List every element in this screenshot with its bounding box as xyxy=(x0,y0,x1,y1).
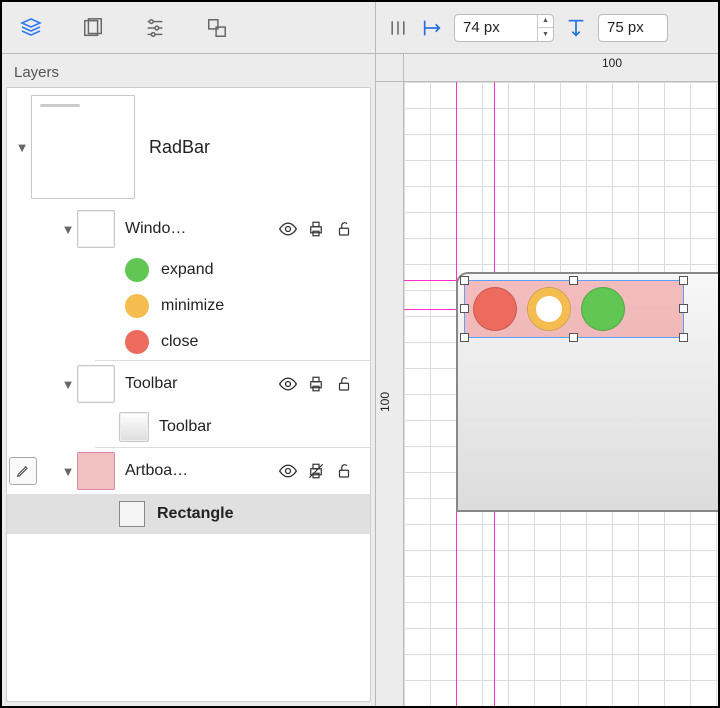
lock-open-icon[interactable] xyxy=(334,219,354,239)
layer-label: close xyxy=(161,333,362,351)
canvas-area: ▲▼ 100 100 xyxy=(376,2,718,706)
layer-thumbnail xyxy=(119,501,145,527)
inspector-toolbar: ▲▼ xyxy=(376,2,718,54)
components-tab-icon[interactable] xyxy=(202,13,232,43)
lock-open-icon[interactable] xyxy=(334,374,354,394)
layer-label: Toolbar xyxy=(125,375,278,393)
left-sidebar: Layers ▼ RadBar ▼ Windo… xyxy=(2,2,376,706)
disclosure-arrow-icon[interactable]: ▼ xyxy=(61,222,75,236)
resize-handle[interactable] xyxy=(679,333,688,342)
resize-handle[interactable] xyxy=(460,276,469,285)
canvas-wrap: 100 100 xyxy=(376,54,718,706)
ruler-corner xyxy=(376,54,404,82)
selection-bounds[interactable] xyxy=(464,280,684,338)
sidebar-tabstrip xyxy=(2,2,375,54)
layer-label: Artboa… xyxy=(125,462,278,480)
traffic-light-green-icon xyxy=(125,258,149,282)
layer-thumbnail xyxy=(119,412,149,442)
layer-row-minimize[interactable]: minimize xyxy=(7,288,370,324)
layer-row-toolbar-item[interactable]: Toolbar xyxy=(7,407,370,447)
traffic-light-yellow-icon xyxy=(125,294,149,318)
step-down-icon[interactable]: ▼ xyxy=(538,28,553,42)
visibility-icon[interactable] xyxy=(278,374,298,394)
expand-button-shape[interactable] xyxy=(581,287,625,331)
ruler-label: 100 xyxy=(378,392,392,412)
close-button-shape[interactable] xyxy=(473,287,517,331)
layer-tree: ▼ RadBar ▼ Windo… expand xyxy=(6,87,371,702)
panel-title: Layers xyxy=(2,54,375,87)
y-position-icon xyxy=(564,16,588,40)
lock-open-icon[interactable] xyxy=(334,461,354,481)
x-position-icon xyxy=(420,16,444,40)
step-up-icon[interactable]: ▲ xyxy=(538,14,553,29)
minimize-button-shape[interactable] xyxy=(527,287,571,331)
layer-label: expand xyxy=(161,261,362,279)
resize-handle[interactable] xyxy=(460,304,469,313)
resize-handle[interactable] xyxy=(460,333,469,342)
layer-label: Rectangle xyxy=(157,505,362,523)
layer-row-window[interactable]: ▼ Windo… xyxy=(7,206,370,252)
pages-tab-icon[interactable] xyxy=(78,13,108,43)
align-icon[interactable] xyxy=(386,16,410,40)
x-position-input[interactable]: ▲▼ xyxy=(454,14,554,42)
disclosure-arrow-icon[interactable]: ▼ xyxy=(61,464,75,478)
layer-label: Toolbar xyxy=(159,418,362,436)
disclosure-arrow-icon[interactable]: ▼ xyxy=(61,377,75,391)
layer-row-toolbar-group[interactable]: ▼ Toolbar xyxy=(7,361,370,407)
layer-label: minimize xyxy=(161,297,362,315)
layer-actions xyxy=(278,461,362,481)
layer-actions xyxy=(278,374,362,394)
layers-tab-icon[interactable] xyxy=(16,13,46,43)
layer-actions xyxy=(278,219,362,239)
layer-label: Windo… xyxy=(125,220,278,238)
layer-label: RadBar xyxy=(149,137,362,158)
layer-thumbnail xyxy=(31,95,135,199)
layer-row-rectangle[interactable]: Rectangle xyxy=(7,494,370,534)
y-position-input[interactable] xyxy=(598,14,668,42)
layer-row-close[interactable]: close xyxy=(7,324,370,360)
edit-pencil-icon[interactable] xyxy=(9,457,37,485)
layer-thumbnail xyxy=(77,365,115,403)
horizontal-ruler[interactable]: 100 xyxy=(404,54,718,82)
visibility-icon[interactable] xyxy=(278,219,298,239)
layer-thumbnail xyxy=(77,452,115,490)
print-icon[interactable] xyxy=(306,374,326,394)
traffic-light-red-icon xyxy=(125,330,149,354)
canvas[interactable] xyxy=(404,82,718,706)
resize-handle[interactable] xyxy=(679,276,688,285)
layer-row-artboard[interactable]: ▼ Artboa… xyxy=(7,448,370,494)
settings-tab-icon[interactable] xyxy=(140,13,170,43)
visibility-icon[interactable] xyxy=(278,461,298,481)
ruler-label: 100 xyxy=(602,56,622,70)
print-icon[interactable] xyxy=(306,219,326,239)
x-position-field[interactable] xyxy=(455,19,537,36)
app-window: Layers ▼ RadBar ▼ Windo… xyxy=(0,0,720,708)
resize-handle[interactable] xyxy=(569,276,578,285)
y-position-field[interactable] xyxy=(599,19,653,36)
resize-handle[interactable] xyxy=(569,333,578,342)
disclosure-arrow-icon[interactable]: ▼ xyxy=(15,140,29,154)
print-disabled-icon[interactable] xyxy=(306,461,326,481)
x-stepper[interactable]: ▲▼ xyxy=(537,14,553,42)
vertical-ruler[interactable]: 100 xyxy=(376,82,404,706)
layer-row-radbar[interactable]: ▼ RadBar xyxy=(7,88,370,206)
layer-row-expand[interactable]: expand xyxy=(7,252,370,288)
resize-handle[interactable] xyxy=(679,304,688,313)
layer-thumbnail xyxy=(77,210,115,248)
